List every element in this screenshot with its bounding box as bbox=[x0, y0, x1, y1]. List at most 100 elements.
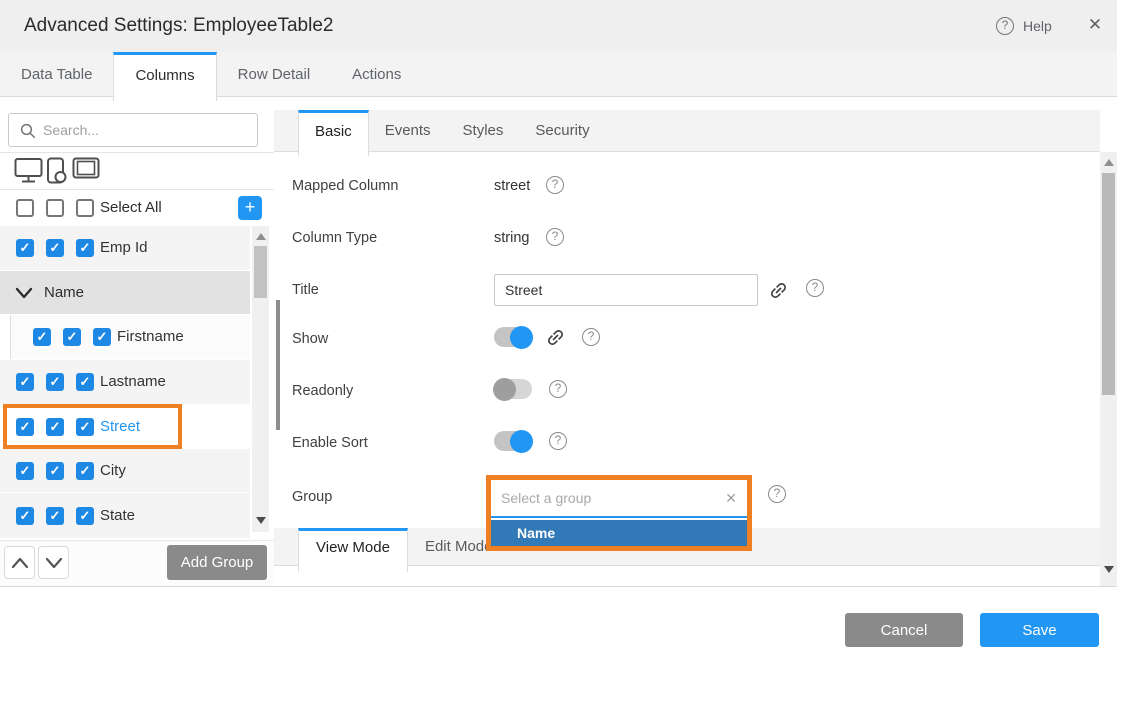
readonly-toggle[interactable] bbox=[494, 379, 532, 399]
checkbox-tablet[interactable] bbox=[76, 462, 94, 480]
link-icon[interactable] bbox=[545, 327, 566, 348]
select-all-checkbox-mobile[interactable] bbox=[46, 199, 64, 217]
field-value-mapped-column: street bbox=[494, 178, 530, 194]
group-input[interactable] bbox=[501, 484, 711, 512]
scroll-up-arrow[interactable] bbox=[1104, 159, 1114, 166]
advanced-settings-dialog: Advanced Settings: EmployeeTable2 Help D… bbox=[0, 0, 1117, 587]
scrollbar-thumb[interactable] bbox=[254, 246, 267, 298]
column-row-state[interactable]: State bbox=[0, 493, 250, 538]
help-link[interactable]: Help bbox=[1023, 0, 1052, 52]
checkbox-tablet[interactable] bbox=[76, 507, 94, 525]
column-row-firstname[interactable]: Firstname bbox=[10, 315, 250, 359]
tab-styles[interactable]: Styles bbox=[447, 110, 520, 151]
field-label-column-type: Column Type bbox=[292, 230, 377, 246]
column-label: Emp Id bbox=[100, 226, 148, 270]
scroll-up-arrow[interactable] bbox=[256, 233, 266, 240]
help-icon[interactable] bbox=[996, 17, 1014, 35]
help-icon[interactable] bbox=[768, 485, 786, 503]
chevron-down-icon bbox=[44, 556, 64, 570]
tab-security[interactable]: Security bbox=[519, 110, 605, 151]
group-combobox[interactable] bbox=[491, 480, 747, 518]
app-root: Advanced Settings: EmployeeTable2 Help D… bbox=[0, 0, 1148, 717]
group-option-name[interactable]: Name bbox=[491, 520, 747, 546]
group-row-name[interactable]: Name bbox=[0, 271, 250, 314]
checkbox-tablet[interactable] bbox=[76, 239, 94, 257]
tablet-icon bbox=[72, 157, 100, 180]
tab-basic[interactable]: Basic bbox=[298, 110, 369, 156]
checkbox-mobile[interactable] bbox=[46, 239, 64, 257]
chevron-down-icon[interactable] bbox=[14, 286, 34, 300]
tab-view-mode[interactable]: View Mode bbox=[298, 528, 408, 572]
desktop-icon bbox=[14, 157, 43, 184]
close-icon[interactable] bbox=[1080, 0, 1110, 50]
scroll-down-arrow[interactable] bbox=[1104, 566, 1114, 573]
tab-columns[interactable]: Columns bbox=[113, 52, 216, 101]
checkbox-mobile[interactable] bbox=[46, 507, 64, 525]
show-toggle[interactable] bbox=[494, 327, 532, 347]
field-value-column-type: string bbox=[494, 230, 529, 246]
dialog-tab-bar: Data Table Columns Row Detail Actions bbox=[0, 52, 1117, 97]
column-row-street-selected[interactable]: Street bbox=[0, 405, 250, 448]
checkbox-mobile[interactable] bbox=[46, 462, 64, 480]
panel-left-scroll-indicator bbox=[276, 300, 280, 430]
scroll-down-arrow[interactable] bbox=[256, 517, 266, 524]
add-group-button[interactable]: Add Group bbox=[167, 545, 267, 580]
tab-data-table[interactable]: Data Table bbox=[0, 52, 113, 96]
scrollbar-thumb[interactable] bbox=[1102, 173, 1115, 395]
field-label-readonly: Readonly bbox=[292, 383, 353, 399]
column-row-empid[interactable]: Emp Id bbox=[0, 226, 250, 270]
help-icon[interactable] bbox=[806, 279, 824, 297]
toggle-knob bbox=[510, 326, 533, 349]
search-input[interactable] bbox=[43, 115, 251, 145]
help-icon[interactable] bbox=[546, 228, 564, 246]
checkbox-desktop[interactable] bbox=[16, 239, 34, 257]
help-icon[interactable] bbox=[582, 328, 600, 346]
field-label-show: Show bbox=[292, 331, 328, 347]
select-all-checkbox-desktop[interactable] bbox=[16, 199, 34, 217]
save-button[interactable]: Save bbox=[980, 613, 1099, 647]
checkbox-desktop[interactable] bbox=[16, 373, 34, 391]
field-label-enable-sort: Enable Sort bbox=[292, 435, 368, 451]
select-all-checkbox-tablet[interactable] bbox=[76, 199, 94, 217]
help-icon[interactable] bbox=[546, 176, 564, 194]
field-label-group: Group bbox=[292, 489, 332, 505]
column-label: Firstname bbox=[117, 315, 184, 359]
help-icon[interactable] bbox=[549, 380, 567, 398]
help-icon[interactable] bbox=[549, 432, 567, 450]
title-input[interactable] bbox=[494, 274, 758, 306]
tab-actions[interactable]: Actions bbox=[331, 52, 422, 96]
checkbox-desktop[interactable] bbox=[16, 507, 34, 525]
clear-icon[interactable] bbox=[725, 480, 737, 516]
tab-events[interactable]: Events bbox=[369, 110, 447, 151]
checkbox-desktop[interactable] bbox=[16, 462, 34, 480]
toggle-knob bbox=[493, 378, 516, 401]
enable-sort-toggle[interactable] bbox=[494, 431, 532, 451]
checkbox-tablet[interactable] bbox=[76, 373, 94, 391]
column-label: City bbox=[100, 449, 126, 492]
dialog-title: Advanced Settings: EmployeeTable2 bbox=[24, 0, 333, 52]
mobile-icon bbox=[46, 157, 70, 185]
device-icon-row bbox=[0, 153, 274, 189]
move-down-button[interactable] bbox=[38, 546, 69, 579]
panel-tab-bar: Basic Events Styles Security bbox=[274, 110, 1100, 152]
column-row-lastname[interactable]: Lastname bbox=[0, 360, 250, 404]
column-label: Lastname bbox=[100, 360, 166, 404]
group-field-highlight: Name bbox=[486, 475, 752, 551]
checkbox-mobile[interactable] bbox=[46, 418, 64, 436]
dialog-header: Advanced Settings: EmployeeTable2 Help bbox=[0, 0, 1117, 52]
group-label: Name bbox=[44, 271, 84, 314]
add-column-button[interactable] bbox=[238, 196, 262, 220]
column-row-city[interactable]: City bbox=[0, 449, 250, 492]
link-icon[interactable] bbox=[768, 280, 789, 301]
move-up-button[interactable] bbox=[4, 546, 35, 579]
column-label: State bbox=[100, 493, 135, 538]
cancel-button[interactable]: Cancel bbox=[845, 613, 963, 647]
checkbox-mobile[interactable] bbox=[46, 373, 64, 391]
select-all-label: Select All bbox=[100, 190, 162, 226]
tab-row-detail[interactable]: Row Detail bbox=[217, 52, 332, 96]
checkbox-mobile[interactable] bbox=[63, 328, 81, 346]
checkbox-desktop[interactable] bbox=[16, 418, 34, 436]
checkbox-tablet[interactable] bbox=[76, 418, 94, 436]
checkbox-desktop[interactable] bbox=[33, 328, 51, 346]
checkbox-tablet[interactable] bbox=[93, 328, 111, 346]
